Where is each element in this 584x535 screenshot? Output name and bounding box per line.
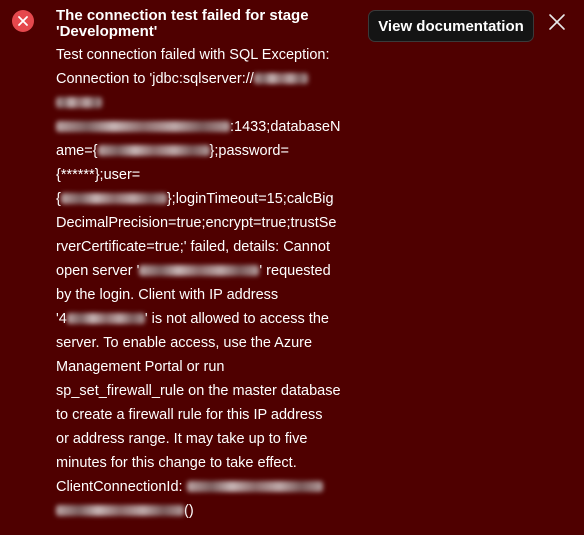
redacted-server bbox=[139, 265, 260, 276]
message-text: rverCertificate=true;' failed, details: … bbox=[56, 239, 330, 255]
message-line: open server ' ' requested bbox=[56, 259, 356, 283]
message-text: DecimalPrecision=true;encrypt=true;trust… bbox=[56, 215, 337, 231]
message-text: };password= bbox=[209, 143, 289, 159]
message-text: open server ' bbox=[56, 263, 140, 279]
redacted-connection-id bbox=[56, 505, 184, 516]
message-text: () bbox=[184, 503, 194, 519]
message-line: by the login. Client with IP address bbox=[56, 283, 356, 307]
message-line: sp_set_firewall_rule on the master datab… bbox=[56, 379, 356, 403]
notification-title-line-1: The connection test failed for stage bbox=[56, 7, 309, 24]
message-line bbox=[56, 91, 356, 115]
message-line: () bbox=[56, 499, 356, 523]
message-text: ' is not allowed to access the bbox=[144, 311, 329, 327]
message-line: server. To enable access, use the Azure bbox=[56, 331, 356, 355]
message-line: Management Portal or run bbox=[56, 355, 356, 379]
message-text: Test connection failed with SQL Exceptio… bbox=[56, 47, 330, 63]
message-text: Connection to 'jdbc:sqlserver:// bbox=[56, 71, 254, 87]
message-line: {******};user= bbox=[56, 163, 356, 187]
notification-title-line-2: 'Development' bbox=[56, 23, 158, 40]
view-documentation-button[interactable]: View documentation bbox=[368, 10, 534, 42]
message-line: {};loginTimeout=15;calcBig bbox=[56, 187, 356, 211]
message-text: or address range. It may take up to five bbox=[56, 431, 308, 447]
message-text: ' requested bbox=[259, 263, 331, 279]
error-circle-icon bbox=[12, 10, 34, 32]
message-text: minutes for this change to take effect. bbox=[56, 455, 297, 471]
error-message: Test connection failed with SQL Exceptio… bbox=[56, 43, 356, 523]
message-line: rverCertificate=true;' failed, details: … bbox=[56, 235, 356, 259]
message-line: '4 ' is not allowed to access the bbox=[56, 307, 356, 331]
close-icon[interactable] bbox=[546, 11, 568, 33]
redacted-host bbox=[56, 121, 230, 132]
message-line: ClientConnectionId: bbox=[56, 475, 356, 499]
message-line: minutes for this change to take effect. bbox=[56, 451, 356, 475]
message-line: to create a firewall rule for this IP ad… bbox=[56, 403, 356, 427]
message-text: ClientConnectionId: bbox=[56, 479, 183, 495]
message-text: '4 bbox=[56, 311, 67, 327]
message-line: or address range. It may take up to five bbox=[56, 427, 356, 451]
message-text: ame={ bbox=[56, 143, 98, 159]
message-line: ame={ };password= bbox=[56, 139, 356, 163]
message-text: by the login. Client with IP address bbox=[56, 287, 279, 303]
message-line: :1433;databaseN bbox=[56, 115, 356, 139]
message-text: server. To enable access, use the Azure bbox=[56, 335, 313, 351]
redacted-database bbox=[97, 145, 210, 156]
error-notification: The connection test failed for stage 'De… bbox=[0, 0, 584, 535]
message-text: {******};user= bbox=[56, 167, 141, 183]
message-text: :1433;databaseN bbox=[230, 119, 341, 135]
message-text: to create a firewall rule for this IP ad… bbox=[56, 407, 323, 423]
message-text: };loginTimeout=15;calcBig bbox=[166, 191, 334, 207]
message-text: sp_set_firewall_rule on the master datab… bbox=[56, 383, 341, 399]
message-line: Connection to 'jdbc:sqlserver:// bbox=[56, 67, 356, 91]
notification-title: The connection test failed for stage 'De… bbox=[56, 8, 356, 40]
redacted-connection-id bbox=[186, 481, 323, 492]
redacted-ip-address bbox=[66, 313, 145, 324]
redacted-user bbox=[60, 193, 167, 204]
message-text: Management Portal or run bbox=[56, 359, 225, 375]
message-line: Test connection failed with SQL Exceptio… bbox=[56, 43, 356, 67]
redacted-host bbox=[253, 73, 308, 84]
redacted-host bbox=[56, 97, 102, 108]
message-line: DecimalPrecision=true;encrypt=true;trust… bbox=[56, 211, 356, 235]
